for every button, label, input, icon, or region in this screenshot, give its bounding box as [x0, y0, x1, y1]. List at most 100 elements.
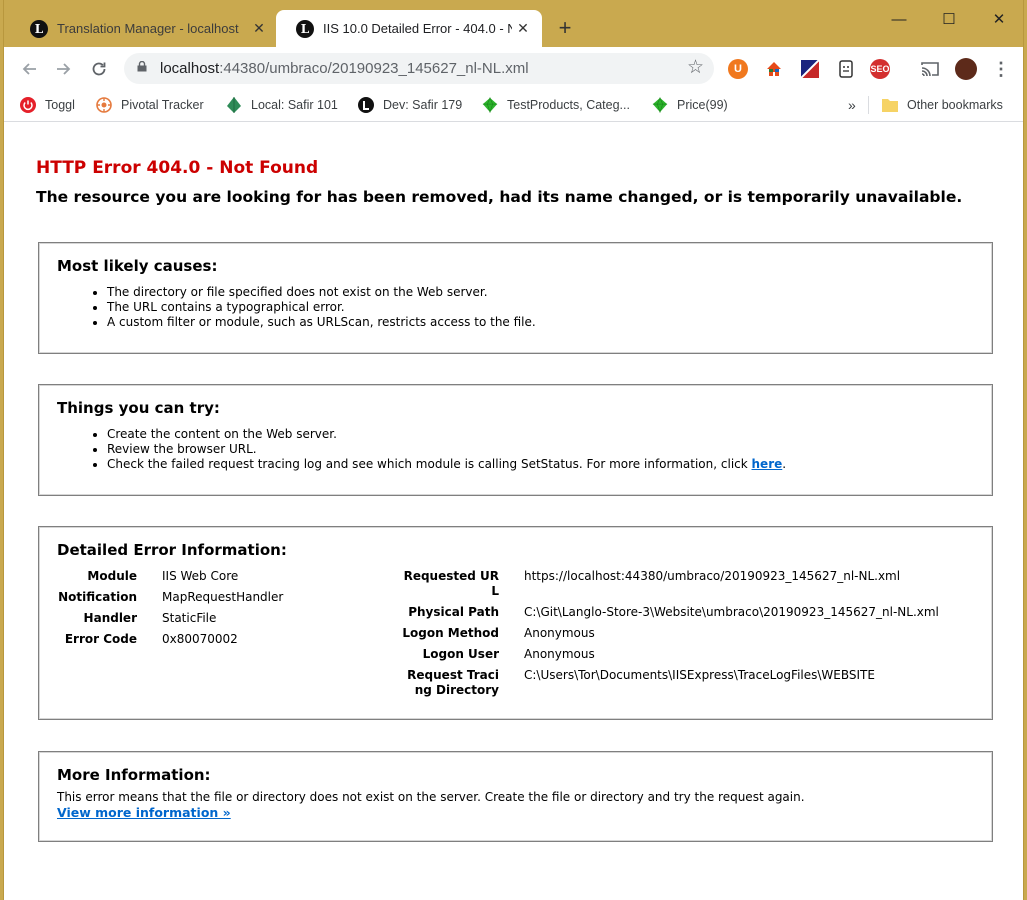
field-label: Handler	[83, 611, 137, 625]
back-button[interactable]	[16, 56, 42, 82]
bookmark-label: Local: Safir 101	[251, 98, 338, 112]
tab-translation-manager[interactable]: L Translation Manager - localhost ✕	[10, 10, 278, 47]
bookmark-label: Price(99)	[677, 98, 728, 112]
url-path: :44380/umbraco/20190923_145627_nl-NL.xml	[219, 60, 529, 77]
label-line: Requested UR	[403, 569, 499, 583]
flag-icon[interactable]	[800, 59, 820, 79]
new-tab-button[interactable]: +	[554, 16, 576, 40]
error-subtitle: The resource you are looking for has bee…	[36, 188, 963, 206]
tab-title: IIS 10.0 Detailed Error - 404.0 - N	[323, 21, 512, 36]
more-info-heading: More Information:	[57, 766, 211, 784]
here-link[interactable]: here	[752, 457, 783, 471]
table-row: Error Code 0x80070002	[57, 632, 283, 653]
view-more-information-link[interactable]: View more information »	[57, 805, 231, 820]
label-line: Request Traci	[407, 668, 499, 682]
more-info-box: More Information: This error means that …	[38, 751, 993, 842]
L-icon	[358, 97, 374, 113]
diamond-icon	[226, 97, 242, 113]
page-content: HTTP Error 404.0 - Not Found The resourc…	[4, 122, 1023, 900]
seo-icon[interactable]: SEO	[870, 59, 890, 79]
bookmark-label: Toggl	[45, 98, 75, 112]
other-bookmarks[interactable]: Other bookmarks	[882, 95, 1003, 115]
bookmarks-overflow-button[interactable]: »	[848, 95, 856, 115]
bookmark-pivotal-tracker[interactable]: Pivotal Tracker	[96, 95, 204, 115]
bookmark-toggl[interactable]: Toggl	[20, 95, 75, 115]
pivotal-icon	[96, 97, 112, 113]
tab-favicon: L	[296, 19, 314, 38]
sync-icon[interactable]: U	[728, 59, 748, 79]
field-value: StaticFile	[162, 611, 217, 625]
causes-heading: Most likely causes:	[57, 257, 218, 275]
list-item: Create the content on the Web server.	[107, 427, 786, 442]
close-icon[interactable]: ✕	[248, 20, 270, 37]
table-row: Logon User Anonymous	[401, 647, 939, 668]
power-icon	[20, 97, 36, 113]
url-text[interactable]: localhost:44380/umbraco/20190923_145627_…	[160, 60, 529, 77]
table-row: Request Traci ng Directory C:\Users\Tor\Do…	[401, 668, 939, 704]
forward-button[interactable]	[51, 56, 77, 82]
details-heading: Detailed Error Information:	[57, 541, 287, 559]
bookmark-local-safir[interactable]: Local: Safir 101	[226, 95, 338, 115]
field-label: Request Traci ng Directory	[401, 668, 509, 704]
window-close-button[interactable]: ✕	[976, 6, 1022, 32]
cast-icon[interactable]	[920, 59, 940, 79]
address-bar[interactable]: localhost:44380/umbraco/20190923_145627_…	[124, 53, 714, 84]
reload-button[interactable]	[86, 56, 112, 82]
table-row: Handler StaticFile	[57, 611, 283, 632]
field-value: C:\Users\Tor\Documents\IISExpress\TraceL…	[524, 668, 875, 682]
back-arrow-icon	[22, 63, 36, 75]
reload-icon	[92, 62, 106, 76]
bookmark-label: TestProducts, Categ...	[507, 98, 630, 112]
label-line: ng Directory	[414, 683, 499, 697]
minimize-button[interactable]: —	[876, 6, 922, 32]
menu-icon[interactable]: ⋮	[991, 59, 1011, 79]
field-label: Physical Path	[408, 605, 499, 619]
url-host: localhost	[160, 60, 220, 77]
field-label: Notification	[58, 590, 137, 604]
details-box: Detailed Error Information: Module IIS We…	[38, 526, 993, 720]
list-item: A custom filter or module, such as URLSc…	[107, 315, 536, 330]
more-info-text: This error means that the file or direct…	[57, 790, 805, 804]
field-value: IIS Web Core	[162, 569, 239, 583]
field-value: C:\Git\Langlo-Store-3\Website\umbraco\20…	[524, 605, 939, 619]
field-label: Module	[87, 569, 137, 583]
field-value: 0x80070002	[162, 632, 238, 646]
bookmark-label: Pivotal Tracker	[121, 98, 204, 112]
bookmark-label: Dev: Safir 179	[383, 98, 463, 112]
table-row: Logon Method Anonymous	[401, 626, 939, 647]
field-value: Anonymous	[524, 626, 595, 640]
try-heading: Things you can try:	[57, 399, 220, 417]
error-title: HTTP Error 404.0 - Not Found	[36, 158, 319, 178]
field-value: https://localhost:44380/umbraco/20190923…	[524, 569, 901, 583]
list-item: Check the failed request tracing log and…	[107, 457, 786, 472]
avatar[interactable]	[955, 58, 977, 80]
browser-toolbar: localhost:44380/umbraco/20190923_145627_…	[4, 47, 1023, 90]
home-icon[interactable]	[764, 59, 784, 79]
close-icon[interactable]: ✕	[512, 20, 534, 37]
field-value: MapRequestHandler	[162, 590, 284, 604]
bookmarks-divider	[868, 96, 869, 114]
bookmark-label: Other bookmarks	[907, 98, 1003, 112]
bookmark-star-icon[interactable]: ☆	[687, 56, 704, 79]
tab-iis-error[interactable]: L IIS 10.0 Detailed Error - 404.0 - N ✕	[276, 10, 542, 47]
field-label: Logon Method	[402, 626, 499, 640]
causes-box: Most likely causes: The directory or fil…	[38, 242, 993, 354]
list-item: The URL contains a typographical error.	[107, 300, 536, 315]
lock-icon[interactable]	[137, 61, 147, 72]
bookmark-testproducts[interactable]: TestProducts, Categ...	[482, 95, 630, 115]
maximize-button[interactable]: ☐	[926, 6, 972, 32]
bookmarks-bar: Toggl Pivotal Tracker Local: Safir 101 D…	[4, 90, 1023, 122]
browser-window: L Translation Manager - localhost ✕ L II…	[4, 0, 1023, 900]
field-label: Error Code	[64, 632, 137, 646]
phone-icon[interactable]	[836, 59, 856, 79]
table-row: Notification MapRequestHandler	[57, 590, 283, 611]
forward-arrow-icon	[57, 63, 71, 75]
table-row: Physical Path C:\Git\Langlo-Store-3\Websi…	[401, 605, 939, 626]
folder-icon	[882, 97, 898, 113]
bookmark-price[interactable]: Price(99)	[652, 95, 728, 115]
bookmark-dev-safir[interactable]: Dev: Safir 179	[358, 95, 462, 115]
tab-favicon: L	[30, 19, 48, 38]
field-label: Requested UR L	[401, 569, 509, 605]
list-item: Review the browser URL.	[107, 442, 786, 457]
try-box: Things you can try: Create the content o…	[38, 384, 993, 496]
